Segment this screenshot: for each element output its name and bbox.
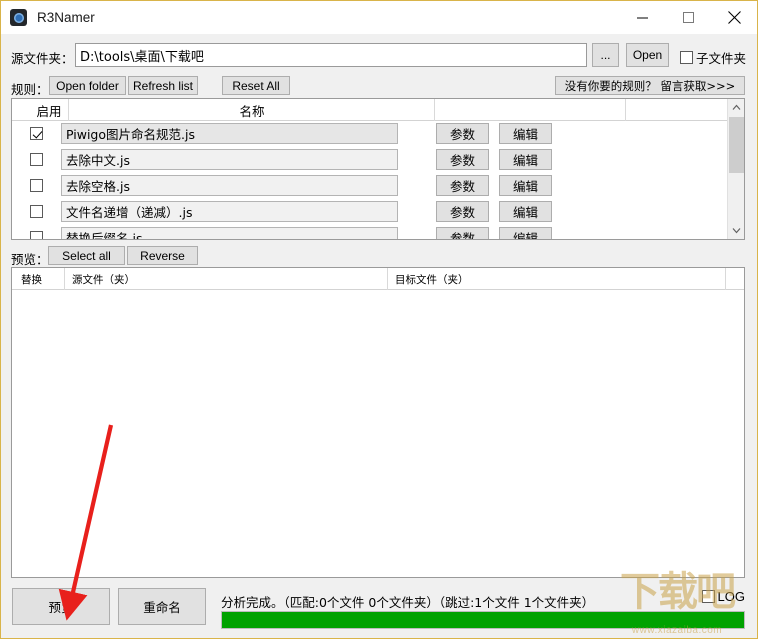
rule-params-button[interactable]: 参数 — [436, 149, 489, 170]
open-folder-button[interactable]: Open folder — [49, 76, 126, 95]
rule-enabled-checkbox[interactable] — [30, 153, 43, 166]
rules-col-actions — [438, 99, 628, 121]
subfolder-label: 子文件夹 — [696, 51, 747, 66]
rule-name-field[interactable]: 文件名递增（递减）.js — [61, 201, 398, 222]
rule-params-button[interactable]: 参数 — [436, 175, 489, 196]
reverse-button[interactable]: Reverse — [127, 246, 198, 265]
rule-row[interactable]: 去除空格.js 参数 编辑 — [12, 173, 744, 199]
rule-edit-button[interactable]: 编辑 — [499, 227, 552, 239]
progress-bar — [221, 611, 745, 629]
rule-row[interactable]: 去除中文.js 参数 编辑 — [12, 147, 744, 173]
preview-label: 预览： — [11, 252, 49, 267]
browse-button[interactable]: ... — [592, 43, 619, 67]
rules-table-header: 启用 名称 — [12, 99, 744, 121]
rules-list-panel: 启用 名称 Piwigo图片命名规范.js 参数 编辑 去除中文.js 参数 编辑 去除空格… — [11, 98, 745, 240]
rules-scroll-thumb[interactable] — [729, 117, 744, 173]
rule-name-field[interactable]: 替换后缀名.js — [61, 227, 398, 239]
rule-params-button[interactable]: 参数 — [436, 227, 489, 239]
rule-name-field[interactable]: 去除中文.js — [61, 149, 398, 170]
title-bar: R3Namer — [1, 1, 757, 34]
log-label: LOG — [717, 589, 745, 604]
rule-row[interactable]: 替换后缀名.js 参数 编辑 — [12, 225, 744, 239]
rule-enabled-checkbox[interactable] — [30, 179, 43, 192]
preview-col-target: 目标文件（夹） — [395, 273, 469, 286]
preview-panel: 替换 源文件（夹） 目标文件（夹） — [11, 267, 745, 578]
rule-enabled-checkbox[interactable] — [30, 127, 43, 140]
rules-col-enabled: 启用 — [36, 103, 62, 119]
reset-all-button[interactable]: Reset All — [222, 76, 290, 95]
app-window: R3Namer 源文件夹： D:\tools\桌面\下载吧 ... Open 子… — [0, 0, 758, 639]
rule-name-field[interactable]: Piwigo图片命名规范.js — [61, 123, 398, 144]
maximize-button[interactable] — [665, 1, 711, 33]
log-checkbox-group[interactable]: LOG — [701, 589, 745, 604]
rule-row[interactable]: 文件名递增（递减）.js 参数 编辑 — [12, 199, 744, 225]
preview-col-replace: 替换 — [21, 273, 42, 286]
open-button[interactable]: Open — [626, 43, 669, 67]
preview-table-header: 替换 源文件（夹） 目标文件（夹） — [12, 268, 744, 290]
select-all-button[interactable]: Select all — [48, 246, 125, 265]
rule-params-button[interactable]: 参数 — [436, 123, 489, 144]
minimize-button[interactable] — [619, 1, 665, 33]
bottom-bar: 预览 重命名 分析完成。（匹配:0个文件 0个文件夹）（跳过:1个文件 1个文件… — [1, 582, 757, 638]
progress-bar-fill — [222, 612, 744, 628]
rule-edit-button[interactable]: 编辑 — [499, 201, 552, 222]
subfolder-checkbox-group[interactable]: 子文件夹 — [680, 48, 746, 67]
scroll-down-icon[interactable] — [728, 222, 744, 239]
rule-params-button[interactable]: 参数 — [436, 201, 489, 222]
scroll-up-icon[interactable] — [728, 99, 744, 116]
subfolder-checkbox[interactable] — [680, 51, 693, 64]
close-button[interactable] — [711, 1, 757, 33]
get-rule-link-button[interactable]: 没有你要的规则？ 留言获取>>> — [555, 76, 745, 95]
status-text: 分析完成。（匹配:0个文件 0个文件夹）（跳过:1个文件 1个文件夹） — [221, 595, 595, 610]
refresh-list-button[interactable]: Refresh list — [128, 76, 198, 95]
rename-action-button[interactable]: 重命名 — [118, 588, 206, 625]
rules-label: 规则： — [11, 82, 49, 97]
rule-enabled-checkbox[interactable] — [30, 205, 43, 218]
source-folder-input[interactable]: D:\tools\桌面\下载吧 — [75, 43, 587, 67]
rule-name-field[interactable]: 去除空格.js — [61, 175, 398, 196]
rule-enabled-checkbox[interactable] — [30, 231, 43, 239]
rule-edit-button[interactable]: 编辑 — [499, 175, 552, 196]
preview-col-source: 源文件（夹） — [72, 273, 135, 286]
preview-action-button[interactable]: 预览 — [12, 588, 110, 625]
log-checkbox[interactable] — [701, 590, 715, 603]
rule-row[interactable]: Piwigo图片命名规范.js 参数 编辑 — [12, 121, 744, 147]
window-title: R3Namer — [37, 10, 95, 25]
rule-edit-button[interactable]: 编辑 — [499, 149, 552, 170]
window-controls — [619, 1, 757, 33]
rules-scrollbar[interactable] — [727, 99, 744, 239]
rules-table-body: Piwigo图片命名规范.js 参数 编辑 去除中文.js 参数 编辑 去除空格.js 参数编… — [12, 121, 744, 239]
rule-edit-button[interactable]: 编辑 — [499, 123, 552, 144]
source-folder-label: 源文件夹： — [11, 51, 74, 66]
app-logo-icon — [10, 9, 27, 26]
rules-col-name: 名称 — [239, 103, 265, 119]
